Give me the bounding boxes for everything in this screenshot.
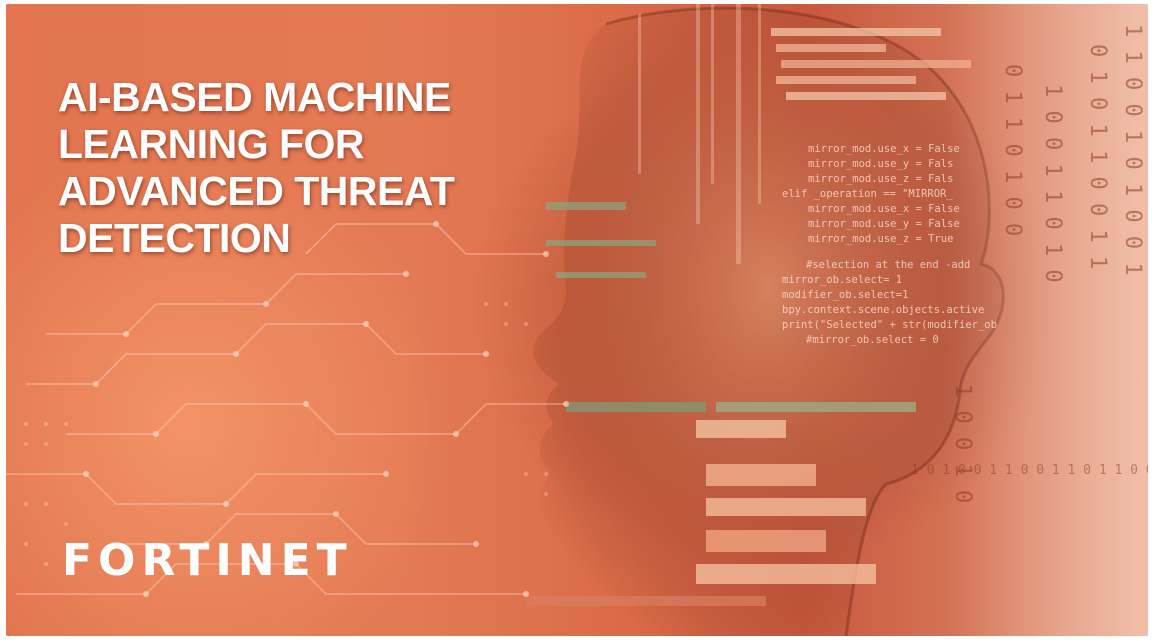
code-line: mirror_ob.select= 1 — [782, 274, 902, 286]
logo-wordmark: FORTINET — [62, 535, 353, 583]
page-title: AI-BASED MACHINE LEARNING FOR ADVANCED T… — [58, 74, 455, 262]
svg-text:0 1 1 0 1 0 0: 0 1 1 0 1 0 0 — [1000, 64, 1025, 236]
code-line: print("Selected" + str(modifier_ob — [782, 319, 997, 331]
code-line: mirror_mod.use_x = False — [808, 143, 960, 155]
svg-text:1 0 0 1 0: 1 0 0 1 0 — [950, 384, 975, 503]
code-line: mirror_mod.use_y = False — [808, 218, 960, 230]
title-line: ADVANCED THREAT — [58, 168, 455, 214]
svg-text:1 1 0 0 1 0 1 0 0 1: 1 1 0 0 1 0 1 0 0 1 — [1120, 24, 1145, 276]
title-line: DETECTION — [58, 215, 291, 261]
code-line: mirror_mod.use_x = False — [808, 203, 960, 215]
fortinet-logo: FORTINET — [62, 535, 353, 583]
svg-text:0 1 0 1 1 0 0 1 1: 0 1 0 1 1 0 0 1 1 — [1085, 44, 1110, 269]
binary-row: 1 0 1 0 0 1 1 0 0 1 1 0 1 1 0 0 0 1 0 1 … — [911, 463, 1148, 478]
code-line: elif _operation == "MIRROR_ — [782, 188, 953, 200]
code-line: mirror_mod.use_z = Fals — [808, 173, 953, 185]
code-line: #selection at the end -add — [806, 259, 970, 271]
promo-banner: 0 1 1 0 1 0 0 1 0 0 1 1 0 1 0 0 1 0 1 1 … — [6, 4, 1148, 636]
title-line: AI-BASED MACHINE — [58, 74, 451, 120]
svg-text:1 0 0 1 1 0 1 0: 1 0 0 1 1 0 1 0 — [1040, 84, 1065, 283]
code-line: #mirror_ob.select = 0 — [806, 334, 939, 346]
code-line: mirror_mod.use_y = Fals — [808, 158, 953, 170]
title-line: LEARNING FOR — [58, 121, 365, 167]
code-line: modifier_ob.select=1 — [782, 289, 908, 301]
code-line: bpy.context.scene.objects.active — [782, 304, 984, 316]
code-line: mirror_mod.use_z = True — [808, 233, 953, 245]
